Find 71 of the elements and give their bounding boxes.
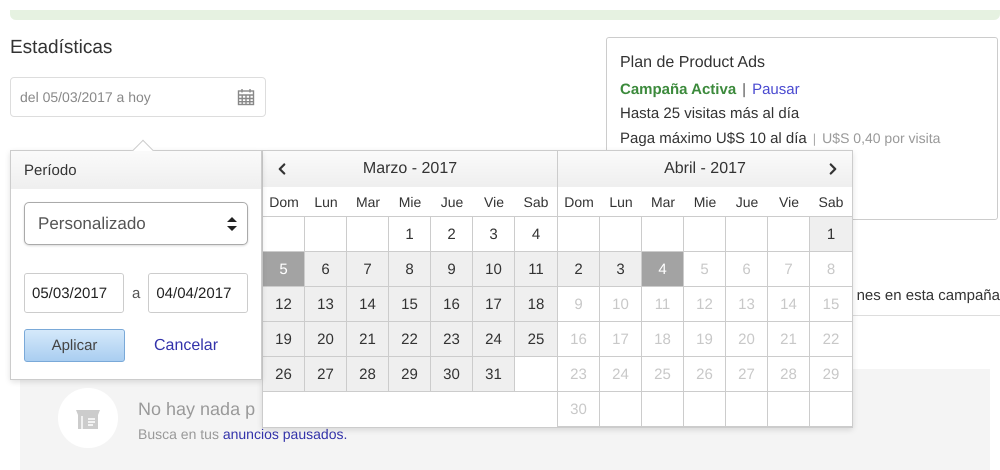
weekday-label: Dom <box>563 194 595 210</box>
weekday-label: Vie <box>483 194 505 210</box>
day-cell[interactable]: 2 <box>558 252 600 287</box>
weekday-label: Dom <box>268 194 300 210</box>
day-cell[interactable]: 13 <box>305 287 347 322</box>
day-cell[interactable]: 16 <box>431 287 473 322</box>
campaign-status: Campaña Activa <box>620 80 736 100</box>
apply-button[interactable]: Aplicar <box>24 329 125 362</box>
weekday-label: Jue <box>734 194 760 210</box>
day-cell[interactable]: 18 <box>515 287 557 322</box>
day-cell[interactable]: 31 <box>473 357 515 392</box>
day-cell[interactable]: 24 <box>473 322 515 357</box>
day-cell[interactable]: 14 <box>347 287 389 322</box>
weekday-label: Lun <box>313 194 339 210</box>
end-date-input[interactable]: 04/04/2017 <box>148 273 248 313</box>
paused-ads-link[interactable]: anuncios pausados. <box>222 426 348 442</box>
period-select[interactable]: Personalizado <box>24 202 248 245</box>
section-title: Estadísticas <box>10 37 114 59</box>
joiner-text: a <box>132 284 140 302</box>
empty-message: Busca en tus anuncios pausados. <box>138 426 348 442</box>
day-cell[interactable]: 7 <box>347 252 389 287</box>
month-title: Abril - 2017 <box>663 160 747 178</box>
weekday-label: Jue <box>440 194 464 210</box>
day-cell[interactable]: 30 <box>431 357 473 392</box>
calendar-icon[interactable] <box>237 88 255 106</box>
day-cell[interactable]: 26 <box>263 357 305 392</box>
day-cell[interactable]: 3 <box>600 252 642 287</box>
day-cell[interactable]: 23 <box>431 322 473 357</box>
cancel-link[interactable]: Cancelar <box>154 336 218 354</box>
day-cell[interactable]: 9 <box>431 252 473 287</box>
day-cell[interactable]: 1 <box>810 217 852 252</box>
day-cell[interactable]: 25 <box>515 322 557 357</box>
card-title: Plan de Product Ads <box>620 53 766 73</box>
campaign-note: nes en esta campaña <box>856 286 1000 304</box>
weekday-label: Sab <box>818 194 844 210</box>
panel-header: Período <box>11 151 261 189</box>
month-title: Marzo - 2017 <box>362 160 458 178</box>
day-cell[interactable]: 20 <box>305 322 347 357</box>
day-cell[interactable]: 15 <box>389 287 431 322</box>
weekday-label: Mie <box>398 194 422 210</box>
day-cell[interactable]: 11 <box>515 252 557 287</box>
pause-link[interactable]: Pausar <box>752 78 800 102</box>
separator: | <box>812 130 816 148</box>
weekday-label: Vie <box>778 194 800 210</box>
day-cell[interactable]: 12 <box>263 287 305 322</box>
day-cell[interactable]: 3 <box>473 217 515 252</box>
day-cell[interactable]: 29 <box>389 357 431 392</box>
date-range-field[interactable]: del 05/03/2017 a hoy <box>10 77 266 117</box>
day-cell[interactable]: 10 <box>473 252 515 287</box>
weekday-label: Mar <box>650 194 676 210</box>
day-cell[interactable]: 27 <box>305 357 347 392</box>
day-cell[interactable]: 1 <box>389 217 431 252</box>
day-cell[interactable]: 17 <box>473 287 515 322</box>
separator: | <box>742 80 746 100</box>
visits-text: Hasta 25 visitas más al día <box>620 104 800 124</box>
day-cell[interactable]: 21 <box>347 322 389 357</box>
empty-title: No hay nada p <box>138 398 256 420</box>
day-cell[interactable]: 19 <box>263 322 305 357</box>
day-cell[interactable]: 8 <box>389 252 431 287</box>
weekday-label: Sab <box>522 194 550 210</box>
weekday-label: Mie <box>692 194 718 210</box>
day-cell[interactable]: 22 <box>389 322 431 357</box>
day-cell[interactable]: 28 <box>347 357 389 392</box>
up-down-caret-icon <box>227 216 237 230</box>
day-cell[interactable]: 6 <box>305 252 347 287</box>
day-cell[interactable]: 2 <box>431 217 473 252</box>
weekday-label: Lun <box>608 194 634 210</box>
start-date-input[interactable]: 05/03/2017 <box>24 273 124 313</box>
budget-text: Paga máximo U$S 10 al día <box>620 129 807 149</box>
cost-text: U$S 0,40 por visita <box>822 129 940 148</box>
weekday-label: Mar <box>354 194 382 210</box>
